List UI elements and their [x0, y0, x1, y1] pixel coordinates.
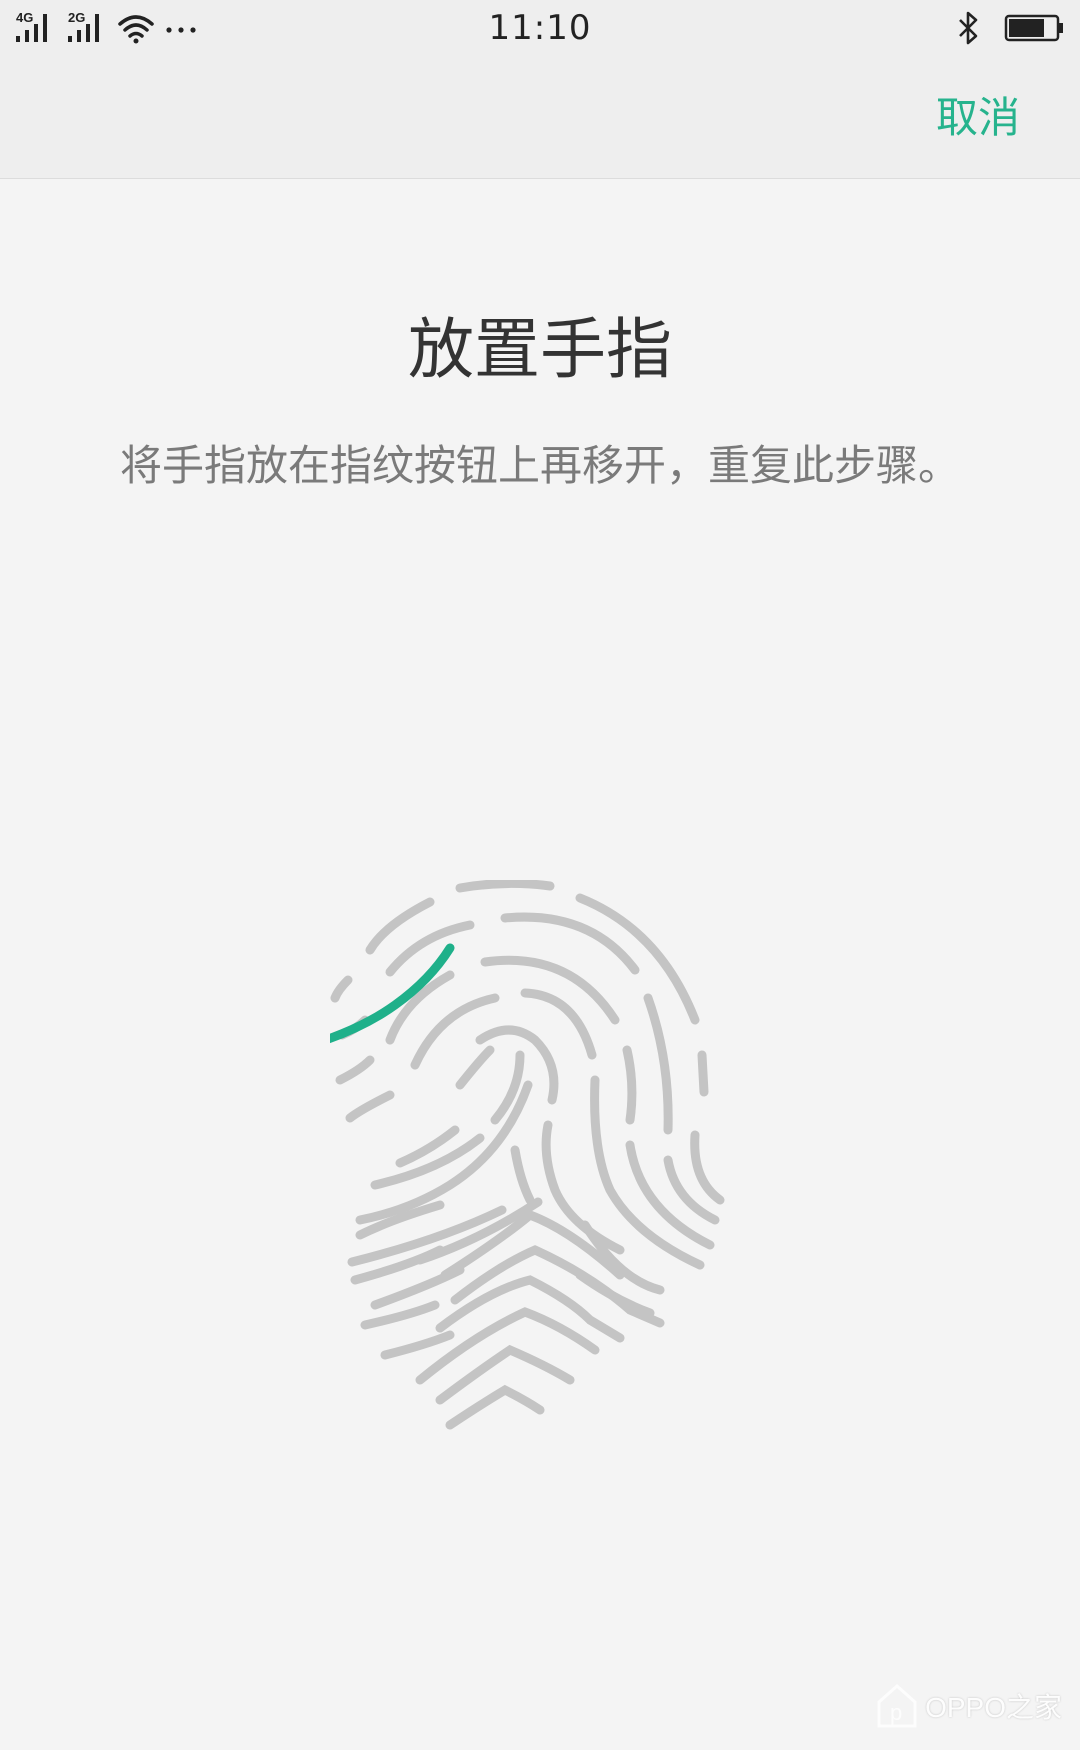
status-bar-right — [956, 10, 1066, 46]
logo-icon: p — [877, 1683, 917, 1728]
page-title: 放置手指 — [408, 311, 672, 388]
svg-text:p: p — [890, 1700, 902, 1725]
cancel-button[interactable]: 取消 — [936, 84, 1020, 145]
bluetooth-icon — [959, 11, 978, 45]
battery-icon — [1004, 14, 1063, 42]
watermark: p OPPO之家 — [875, 1682, 1062, 1730]
fingerprint-icon — [330, 880, 725, 1430]
status-bar: 4G 2G 11:10 — [0, 0, 1080, 60]
status-time: 11:10 — [488, 8, 592, 48]
instruction-text: 将手指放在指纹按钮上再移开，重复此步骤。 — [119, 441, 960, 490]
watermark-text: OPPO之家 — [925, 1692, 1062, 1723]
top-bar: 取消 — [0, 60, 1080, 179]
